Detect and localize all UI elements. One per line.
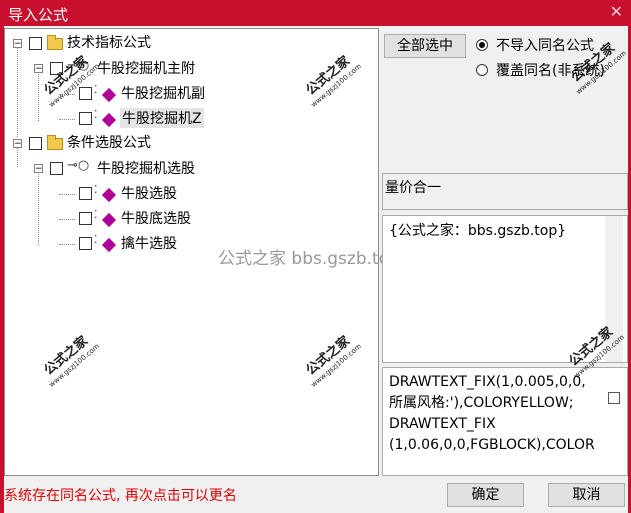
checkbox[interactable] (29, 137, 42, 150)
code-line: (1,0.06,0,0,FGBLOCK),COLOR (389, 437, 595, 453)
tree-line (59, 244, 75, 245)
collapse-icon[interactable]: − (34, 164, 43, 174)
tree-item-label[interactable]: 牛股挖掘机副 (121, 83, 205, 103)
dots-icon: ⁚ (94, 83, 98, 96)
checkbox[interactable] (608, 392, 620, 404)
dots-icon: ⁚ (94, 233, 98, 246)
checkbox[interactable] (79, 212, 92, 225)
checkbox[interactable] (79, 237, 92, 250)
tree-item-label[interactable]: 技术指标公式 (67, 32, 151, 52)
close-icon[interactable]: ✕ (610, 2, 623, 21)
checkbox[interactable] (29, 37, 42, 50)
formula-icon (101, 187, 117, 203)
tree-line (59, 194, 75, 195)
dots-icon: ⁚ (94, 208, 98, 221)
folder-icon (47, 35, 63, 50)
tree-item-label[interactable]: 擒牛选股 (121, 233, 177, 253)
tree-line (59, 219, 75, 220)
tree-item-label[interactable]: 牛股挖掘机主附 (97, 58, 195, 78)
folder-icon (47, 135, 63, 150)
overwrite-radio[interactable] (476, 64, 488, 76)
collapse-icon[interactable]: − (13, 139, 22, 149)
code-box[interactable]: DRAWTEXT_FIX(1,0.005,0,0, 所属风格:'),COLORY… (382, 367, 628, 476)
formula-name-field[interactable]: 量价合一 (382, 173, 628, 210)
formula-icon (101, 112, 117, 128)
title-bar: 导入公式 ✕ (0, 0, 631, 26)
tree-line (38, 71, 39, 121)
window-title: 导入公式 (8, 6, 69, 24)
collapse-icon[interactable]: − (13, 39, 22, 49)
checkbox[interactable] (79, 87, 92, 100)
site-watermark: 公式之家 bbs.gszb.top (218, 249, 400, 269)
checkbox[interactable] (50, 162, 63, 175)
watermark-stamp: 公式之家 www.gszj100.com (303, 53, 364, 109)
code-line: DRAWTEXT_FIX (389, 416, 496, 432)
tree-line (17, 147, 18, 167)
formula-icon (101, 237, 117, 253)
ok-button[interactable]: 确定 (447, 483, 524, 507)
tree-item-label[interactable]: 牛股底选股 (121, 208, 191, 228)
formula-icon (101, 212, 117, 228)
cancel-button[interactable]: 取消 (548, 483, 625, 507)
collapse-icon[interactable]: − (34, 64, 43, 74)
formula-icon (101, 87, 117, 103)
tree-item-label[interactable]: 牛股挖掘机选股 (97, 158, 195, 178)
select-all-button[interactable]: 全部选中 (384, 34, 466, 58)
checkbox[interactable] (79, 112, 92, 125)
status-message: 系统存在同名公式, 再次点击可以更名 (4, 488, 237, 504)
no-import-label[interactable]: 不导入同名公式 (496, 35, 594, 55)
tree-item-label[interactable]: 条件选股公式 (67, 132, 151, 152)
dots-icon: ⁚ (94, 108, 98, 121)
tree-item-label[interactable]: 牛股挖掘机Z (120, 108, 204, 128)
watermark-stamp: 公式之家 www.gszj100.com (303, 333, 364, 389)
tree-item-label[interactable]: 牛股选股 (121, 183, 177, 203)
formula-name: 量价合一 (385, 180, 441, 196)
key-icon: ⊸○ (67, 158, 90, 173)
no-import-radio[interactable] (476, 39, 488, 51)
tree-line (59, 119, 75, 120)
code-line: 所属风格:'),COLORYELLOW; (389, 395, 574, 411)
description-text: {公式之家：bbs.gszb.top} (389, 223, 567, 239)
watermark-stamp: 公式之家 www.gszj100.com (41, 333, 102, 389)
tree-line (17, 47, 18, 137)
dots-icon: ⁚ (94, 183, 98, 196)
tree-line (38, 171, 39, 245)
checkbox[interactable] (79, 187, 92, 200)
